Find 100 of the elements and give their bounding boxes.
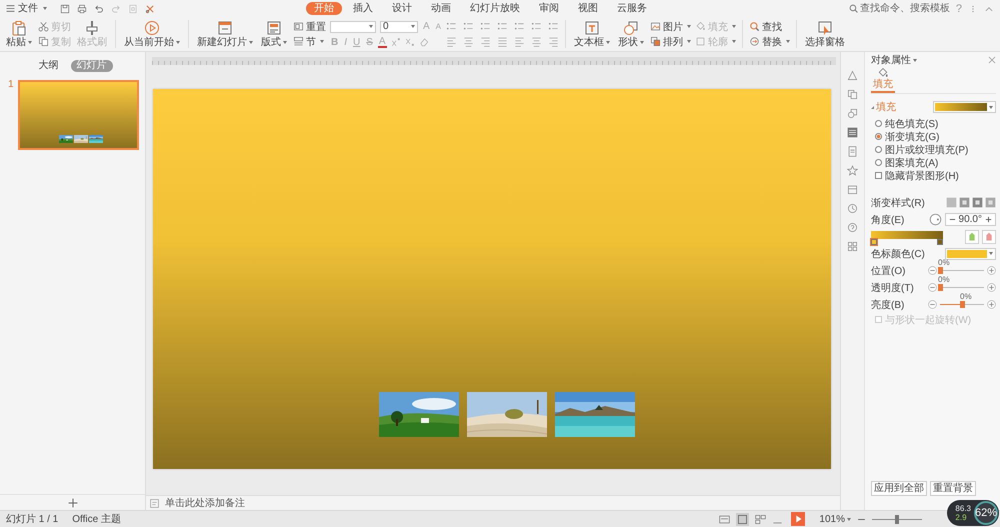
help-icon[interactable] <box>847 222 858 233</box>
radial-gradient-icon[interactable] <box>959 197 970 208</box>
shapes-icon[interactable] <box>847 108 858 119</box>
archive-icon[interactable] <box>847 184 858 195</box>
normal-view-icon[interactable] <box>736 512 750 526</box>
document-icon[interactable] <box>847 146 858 157</box>
checkbox-option[interactable]: 隐藏背景图形(H) <box>875 169 996 182</box>
slide-thumbnail[interactable] <box>18 80 139 150</box>
ribbon-button[interactable]: 粘贴 <box>4 19 34 49</box>
notes-placeholder[interactable]: 单击此处添加备注 <box>165 496 245 510</box>
plus-icon[interactable] <box>987 300 996 309</box>
ribbon-button[interactable]: 文本框 <box>572 19 612 49</box>
panel-title[interactable]: 对象属性 <box>871 53 917 67</box>
radio-option[interactable]: 渐变填充(G) <box>875 130 996 143</box>
ribbon-tab[interactable]: 插入 <box>345 2 381 15</box>
path-gradient-icon[interactable] <box>985 197 996 208</box>
ribbon-button[interactable]: 新建幻灯片 <box>195 19 255 49</box>
slider-thumb[interactable] <box>938 284 943 291</box>
panel-button[interactable]: 重置背景 <box>930 481 976 496</box>
linear-gradient-icon[interactable] <box>946 197 957 208</box>
gradient-bar[interactable] <box>871 228 943 244</box>
star-icon[interactable] <box>847 165 858 176</box>
align-left-icon[interactable] <box>446 36 458 47</box>
undo-icon[interactable] <box>94 4 104 14</box>
ribbon-button[interactable]: 版式 <box>259 19 289 49</box>
ribbon-tab[interactable]: 动画 <box>423 2 459 15</box>
text-direction-icon[interactable] <box>548 21 560 32</box>
subscript-icon[interactable] <box>404 37 415 47</box>
panel-button[interactable]: 应用到全部 <box>871 481 927 496</box>
play-button-icon[interactable] <box>789 512 808 526</box>
ribbon-button[interactable]: 查找 <box>749 20 790 33</box>
slide-number: 1 <box>8 80 14 92</box>
radio-option[interactable]: 纯色填充(S) <box>875 117 996 130</box>
save-icon[interactable] <box>60 4 70 14</box>
properties-icon[interactable] <box>847 127 858 138</box>
minus-icon[interactable] <box>928 300 937 309</box>
ribbon-button[interactable]: 图片 <box>650 20 692 33</box>
zoom-level[interactable]: 101% <box>819 514 851 524</box>
plus-icon[interactable] <box>987 283 996 292</box>
ribbon-button[interactable]: 从当前开始 <box>122 19 182 49</box>
shape-icon[interactable] <box>847 70 858 81</box>
ribbon-button[interactable]: 重置 <box>293 20 326 33</box>
copy-icon[interactable] <box>847 89 858 100</box>
minus-icon[interactable] <box>928 266 937 275</box>
angle-field[interactable]: 90.0° <box>944 213 996 226</box>
plus-icon[interactable] <box>987 266 996 275</box>
notes-view-icon[interactable] <box>719 514 730 524</box>
ribbon-tab[interactable]: 视图 <box>570 2 606 15</box>
zoom-slider-thumb[interactable] <box>895 514 899 524</box>
outdent-icon[interactable] <box>480 21 492 32</box>
ribbon-tab[interactable]: 云服务 <box>609 2 655 15</box>
remove-stop-icon[interactable] <box>982 230 996 244</box>
ribbon-tab[interactable]: 幻灯片放映 <box>462 2 528 15</box>
field-label: 亮度(B) <box>871 298 904 312</box>
slide-icon <box>293 21 304 32</box>
ribbon-button[interactable]: 替换 <box>749 35 790 48</box>
align-center-icon[interactable] <box>463 36 474 47</box>
notes-icon <box>150 498 159 508</box>
slider-thumb[interactable] <box>960 301 965 308</box>
color-stop-handle[interactable] <box>871 238 877 244</box>
panel-tab[interactable]: 大纲 <box>32 60 64 72</box>
history-icon[interactable] <box>847 203 858 214</box>
numbered-list-icon[interactable] <box>463 21 474 32</box>
ribbon-tab[interactable]: 设计 <box>384 2 420 15</box>
ribbon-button[interactable]: 形状 <box>616 19 646 49</box>
search-field[interactable]: 查找命令、搜索模板 <box>848 3 949 14</box>
slide-sorter-icon[interactable] <box>755 514 766 524</box>
distribute-icon[interactable] <box>514 36 526 47</box>
stop-color-dropdown[interactable] <box>945 248 996 260</box>
minus-icon[interactable] <box>928 283 937 292</box>
slider-thumb[interactable] <box>938 267 943 274</box>
fill-color-dropdown[interactable] <box>933 101 996 113</box>
font-name-field[interactable] <box>330 20 376 32</box>
add-stop-icon[interactable] <box>965 230 979 244</box>
columns-icon[interactable] <box>514 21 526 32</box>
indent-icon[interactable] <box>497 21 508 32</box>
ribbon-button[interactable]: 节 <box>293 35 326 48</box>
print-icon[interactable] <box>77 4 87 14</box>
justify-icon[interactable] <box>497 36 508 47</box>
ribbon-button[interactable]: 排列 <box>650 35 692 48</box>
line-spacing-icon[interactable] <box>531 21 542 32</box>
close-icon[interactable] <box>988 56 996 64</box>
ribbon-button[interactable]: 选择窗格 <box>803 19 848 49</box>
layout-icon <box>266 20 282 36</box>
rectangle-gradient-icon[interactable] <box>972 197 983 208</box>
plus-icon[interactable] <box>68 498 78 508</box>
radio-option[interactable]: 图案填充(A) <box>875 156 996 169</box>
align-right-icon[interactable] <box>480 36 492 47</box>
file-menu[interactable]: 文件 <box>6 2 47 14</box>
redo-icon[interactable] <box>111 4 121 14</box>
grid-icon[interactable] <box>847 241 858 252</box>
text-align-icon[interactable] <box>531 36 542 47</box>
smartart-icon[interactable] <box>548 36 560 47</box>
page-icon[interactable] <box>128 4 138 14</box>
superscript-icon[interactable] <box>390 37 401 47</box>
font-size-field[interactable]: 0 <box>380 20 418 32</box>
bullet-list-icon[interactable] <box>446 21 458 32</box>
ribbon-tab[interactable]: 审阅 <box>531 2 567 15</box>
radio-option[interactable]: 图片或纹理填充(P) <box>875 143 996 156</box>
angle-dial-icon[interactable] <box>928 213 942 226</box>
